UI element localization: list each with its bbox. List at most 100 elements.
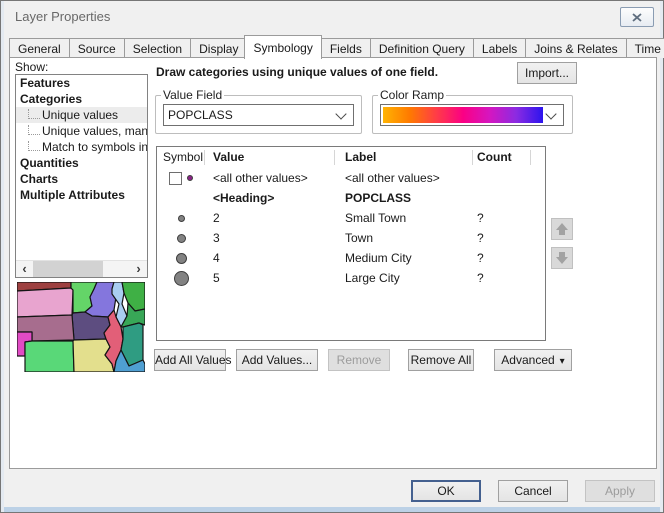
count-cell: ? [473, 211, 531, 225]
tree-item-label: Features [20, 76, 70, 90]
scroll-right-icon[interactable]: › [130, 261, 147, 277]
tree-item-label: Unique values [42, 108, 118, 122]
tab-labels[interactable]: Labels [473, 38, 526, 58]
label-cell: Medium City [335, 251, 473, 265]
point-symbol-swatch[interactable] [187, 175, 193, 181]
values-table-row[interactable]: 4Medium City? [157, 248, 545, 268]
scrollbar-thumb[interactable] [33, 261, 103, 277]
count-cell: ? [473, 271, 531, 285]
values-table-row[interactable]: 5Large City? [157, 268, 545, 288]
arrow-down-icon [556, 257, 568, 264]
import-button[interactable]: Import... [517, 62, 577, 84]
dropdown-arrow-icon: ▾ [560, 356, 565, 367]
tab-selection[interactable]: Selection [124, 38, 191, 58]
map-region-kansas [25, 341, 74, 372]
remove-all-button[interactable]: Remove All [408, 349, 474, 371]
value-field-legend: Value Field [161, 88, 224, 102]
tree-horizontal-scrollbar[interactable]: ‹ › [16, 260, 147, 277]
symbol-cell [157, 215, 205, 222]
scroll-left-icon[interactable]: ‹ [16, 261, 33, 277]
unique-values-table: SymbolValueLabelCount<all other values><… [156, 146, 546, 341]
color-ramp-swatch [383, 107, 543, 123]
move-down-button[interactable] [551, 247, 573, 269]
show-item-unique-values-many[interactable]: Unique values, many [16, 123, 147, 139]
column-header-label: Label [335, 150, 473, 165]
color-ramp-combobox[interactable] [380, 104, 564, 126]
advanced-button[interactable]: Advanced ▾ [494, 349, 572, 371]
value-cell: 3 [205, 231, 335, 245]
symbol-cell [157, 271, 205, 286]
show-item-categories[interactable]: Categories [16, 91, 147, 107]
add-values-button[interactable]: Add Values... [236, 349, 318, 371]
show-item-match-to-symbols-in-a[interactable]: Match to symbols in a [16, 139, 147, 155]
tab-display[interactable]: Display [190, 38, 247, 58]
symbol-cell [157, 253, 205, 264]
tab-fields[interactable]: Fields [321, 38, 371, 58]
advanced-button-label: Advanced [501, 353, 554, 367]
add-values-button-label: Add Values... [242, 353, 313, 367]
add-all-values-button[interactable]: Add All Values [154, 349, 226, 371]
value-cell: 4 [205, 251, 335, 265]
value-cell: 5 [205, 271, 335, 285]
cancel-button[interactable]: Cancel [498, 480, 568, 502]
label-cell: Large City [335, 271, 473, 285]
ok-button[interactable]: OK [411, 480, 481, 502]
tree-item-label: Categories [20, 92, 82, 106]
column-header-value: Value [205, 150, 335, 165]
tab-joins-relates[interactable]: Joins & Relates [525, 38, 626, 58]
tab-strip: GeneralSourceSelectionDisplaySymbologyFi… [9, 34, 655, 58]
values-table-row[interactable]: <Heading>POPCLASS [157, 188, 545, 208]
value-cell: <Heading> [205, 191, 335, 205]
point-symbol-swatch[interactable] [174, 271, 189, 286]
map-region-iowa [72, 312, 110, 340]
tree-item-label: Quantities [20, 156, 79, 170]
color-ramp-legend: Color Ramp [378, 88, 446, 102]
tab-source[interactable]: Source [69, 38, 125, 58]
value-cell: 2 [205, 211, 335, 225]
map-region-michigan [122, 282, 145, 311]
title-bar[interactable]: Layer Properties [5, 1, 659, 31]
label-cell: Town [335, 231, 473, 245]
values-table-row[interactable]: 2Small Town? [157, 208, 545, 228]
remove-all-button-label: Remove All [411, 353, 472, 367]
color-ramp-group: Color Ramp [372, 88, 573, 134]
point-symbol-swatch[interactable] [178, 215, 185, 222]
close-icon [632, 13, 642, 22]
show-item-multiple-attributes[interactable]: Multiple Attributes [16, 187, 147, 203]
tab-general[interactable]: General [9, 38, 70, 58]
count-cell: ? [473, 231, 531, 245]
tab-definition-query[interactable]: Definition Query [370, 38, 474, 58]
values-table-row[interactable]: <all other values><all other values> [157, 168, 545, 188]
values-table-row[interactable]: 3Town? [157, 228, 545, 248]
value-field-selected: POPCLASS [164, 108, 333, 122]
chevron-down-icon [335, 108, 346, 119]
show-item-quantities[interactable]: Quantities [16, 155, 147, 171]
remove-button[interactable]: Remove [328, 349, 390, 371]
value-cell: <all other values> [205, 171, 335, 185]
symbol-cell [157, 234, 205, 243]
count-cell: ? [473, 251, 531, 265]
tree-item-label: Charts [20, 172, 58, 186]
add-all-values-button-label: Add All Values [155, 353, 232, 367]
value-checkbox[interactable] [169, 172, 182, 185]
tab-time[interactable]: Time [626, 38, 664, 58]
value-field-group: Value Field POPCLASS [155, 88, 362, 134]
label-cell: POPCLASS [335, 191, 473, 205]
point-symbol-swatch[interactable] [177, 234, 186, 243]
show-tree-list: Features Categories Unique values Unique va… [15, 74, 148, 278]
move-up-button[interactable] [551, 218, 573, 240]
value-field-combobox[interactable]: POPCLASS [163, 104, 354, 126]
label-cell: <all other values> [335, 171, 473, 185]
point-symbol-swatch[interactable] [176, 253, 187, 264]
close-button[interactable] [620, 7, 654, 27]
tree-branch-icon [28, 141, 40, 151]
apply-button[interactable]: Apply [585, 480, 655, 502]
symbol-cell [157, 172, 205, 185]
show-item-unique-values[interactable]: Unique values [16, 107, 147, 123]
show-item-charts[interactable]: Charts [16, 171, 147, 187]
tree-item-label: Unique values, many [42, 124, 147, 138]
scrollbar-track[interactable] [33, 261, 130, 277]
page-heading: Draw categories using unique values of o… [156, 65, 506, 79]
show-item-features[interactable]: Features [16, 75, 147, 91]
tab-symbology[interactable]: Symbology [244, 35, 321, 59]
